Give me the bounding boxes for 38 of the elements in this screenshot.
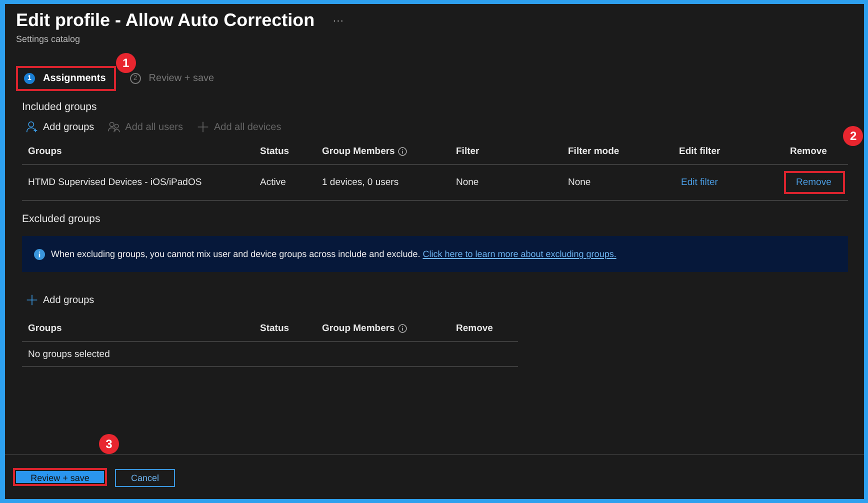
learn-more-link[interactable]: Click here to learn more about excluding groups. (422, 249, 616, 259)
page-title: Edit profile - Allow Auto Correction (16, 10, 315, 31)
empty-message: No groups selected (28, 348, 110, 360)
column-header: Edit filter (678, 145, 722, 159)
column-header: Group Members (316, 316, 450, 341)
callout-badge: 2 (843, 126, 864, 146)
cancel-button[interactable]: Cancel (115, 468, 175, 486)
table-cell: None (568, 177, 591, 188)
column-header: Remove (789, 145, 828, 159)
column-header: Filter mode (567, 145, 620, 159)
page-subtitle: Settings catalog (16, 34, 82, 44)
column-header: Group Members (316, 139, 450, 164)
callout-badge: 3 (99, 434, 119, 454)
table-cell: HTMD Supervised Devices - iOS/iPadOS (28, 177, 202, 188)
users-icon (108, 121, 120, 133)
column-header: Filter (455, 145, 480, 159)
more-button[interactable]: ··· (332, 14, 344, 26)
table-link[interactable]: Edit filter (673, 172, 726, 193)
plus-icon (196, 121, 209, 133)
column-header: Groups (27, 145, 63, 159)
toolbar-button[interactable]: Add groups (26, 294, 94, 306)
plus-icon (26, 294, 38, 306)
table-cell: Active (260, 177, 286, 188)
banner-text: When excluding groups, you cannot mix user and device groups across include and exclude. Click here to learn more about excluding groups. (51, 249, 616, 259)
section-heading: Included groups (22, 101, 98, 113)
add-user-icon (26, 121, 38, 133)
table-cell: 1 devices, 0 users (322, 177, 399, 188)
table-link[interactable]: Remove (784, 171, 846, 194)
section-heading: Excluded groups (22, 213, 102, 225)
table-cell: None (456, 177, 479, 188)
review-save-button[interactable]: Review + save (13, 468, 107, 486)
column-header: Groups (27, 322, 63, 336)
toolbar-button[interactable]: Add groups (26, 121, 94, 133)
column-header: Remove (455, 322, 494, 336)
column-header: Status (259, 322, 290, 336)
callout-badge: 1 (116, 53, 136, 73)
info-icon (34, 248, 45, 260)
column-header: Status (259, 145, 290, 159)
